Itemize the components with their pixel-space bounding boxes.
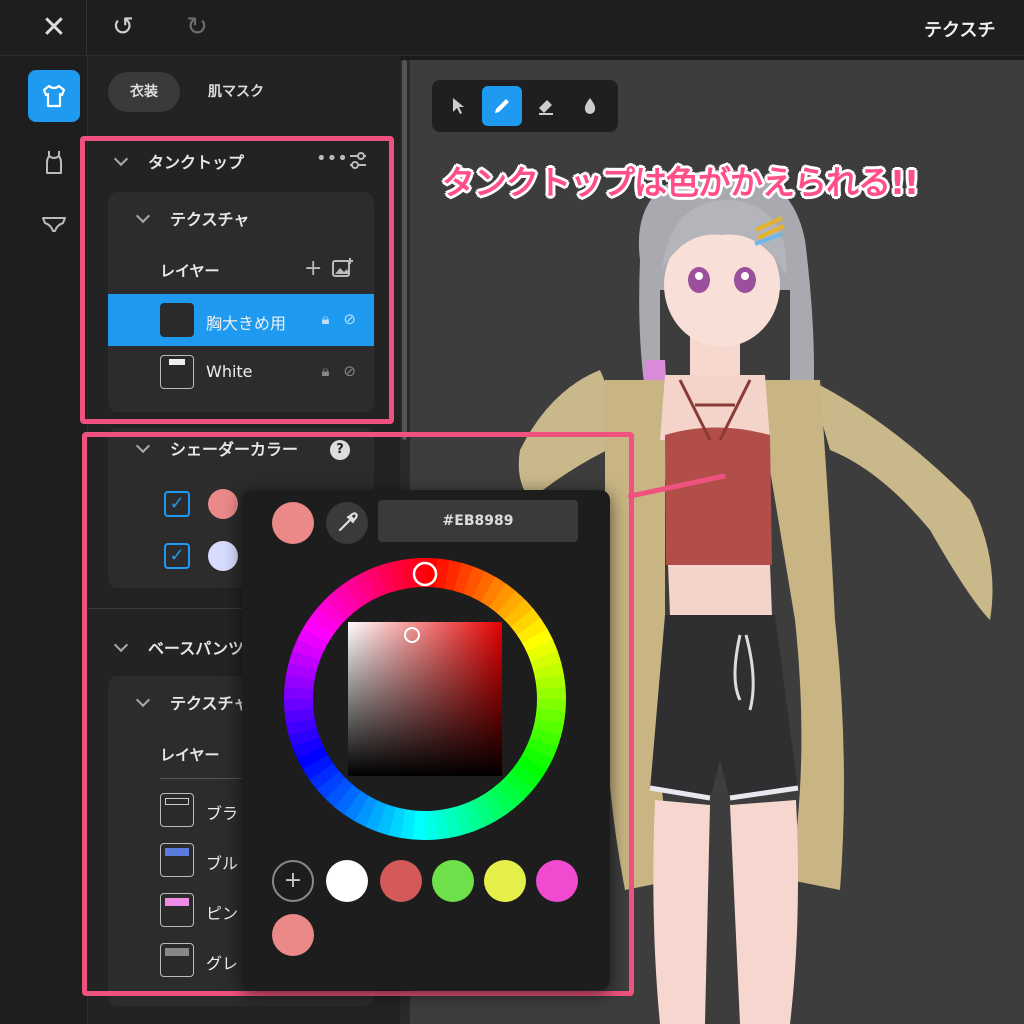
rail-item-tanktop[interactable] xyxy=(28,136,80,188)
chevron-down-icon xyxy=(135,438,151,454)
panel-tabs: 衣装 肌マスク xyxy=(108,72,286,112)
page-title: テクスチ xyxy=(924,20,996,41)
texture-header[interactable]: テクスチャ xyxy=(134,690,249,714)
help-icon[interactable]: ? xyxy=(330,440,350,460)
pen-icon xyxy=(495,99,509,113)
chevron-down-icon xyxy=(135,692,151,708)
preset-swatch[interactable] xyxy=(272,914,314,956)
eye-off-icon[interactable]: ⊘ xyxy=(343,362,356,380)
preset-swatch[interactable] xyxy=(484,860,526,902)
top-toolbar: ✕ ↺ ↻ テクスチ xyxy=(0,0,1024,56)
eraser-icon xyxy=(539,100,553,115)
underwear-icon xyxy=(42,217,66,232)
section-basepants-header[interactable]: ベースパンツ xyxy=(112,632,244,662)
rail-item-outfit[interactable] xyxy=(28,70,80,122)
layer-thumbnail xyxy=(160,843,194,877)
app-root: ✕ ↺ ↻ テクスチ 衣装 肌マスク タンクトップ ••• テクスチャ レイヤー… xyxy=(0,0,1024,1024)
hex-input[interactable]: #EB8989 xyxy=(378,500,578,542)
lock-icon[interactable]: 🔒︎ xyxy=(321,362,329,380)
preset-swatch[interactable] xyxy=(326,860,368,902)
layer-name: ブル xyxy=(206,854,239,873)
category-rail xyxy=(0,56,88,1024)
shader-color-2-checkbox[interactable]: ✓ xyxy=(164,543,190,569)
section-basepants-title: ベースパンツ xyxy=(148,639,245,658)
texture-title: テクスチャ xyxy=(170,694,250,713)
layer-name: グレ xyxy=(206,954,239,973)
cursor-icon xyxy=(453,98,464,114)
section-tanktop-header[interactable]: タンクトップ xyxy=(112,146,244,176)
color-wheel[interactable] xyxy=(284,558,566,840)
preset-swatch[interactable] xyxy=(536,860,578,902)
more-icon[interactable]: ••• xyxy=(316,148,348,169)
shader-color-1-swatch[interactable] xyxy=(208,489,238,519)
layer-name: 胸大きめ用 xyxy=(206,314,287,333)
chevron-down-icon xyxy=(135,208,151,224)
texture-title: テクスチャ xyxy=(170,210,250,229)
layer-name: ピン xyxy=(206,904,239,923)
fill-drop-icon xyxy=(584,98,596,114)
tab-skin-mask[interactable]: 肌マスク xyxy=(186,72,286,112)
lock-icon[interactable]: 🔒︎ xyxy=(321,310,329,328)
add-image-icon[interactable] xyxy=(332,258,354,278)
add-layer-icon[interactable]: + xyxy=(304,256,322,281)
layer-thumbnail xyxy=(160,303,194,337)
shader-color-1-checkbox[interactable]: ✓ xyxy=(164,491,190,517)
layers-label: レイヤー xyxy=(160,746,220,764)
saturation-value-shade xyxy=(348,622,502,776)
eraser-tool[interactable] xyxy=(526,86,566,126)
shader-color-title: シェーダーカラー xyxy=(170,440,299,459)
redo-icon[interactable]: ↻ xyxy=(180,10,214,44)
undo-icon[interactable]: ↺ xyxy=(106,10,140,44)
close-icon[interactable]: ✕ xyxy=(36,8,72,48)
color-picker-popover: #EB8989 + xyxy=(242,490,610,990)
cursor-tool[interactable] xyxy=(438,86,478,126)
current-color-swatch xyxy=(272,502,314,544)
adjust-sliders-icon[interactable] xyxy=(348,152,368,170)
layer-thumbnail xyxy=(160,355,194,389)
texture-header[interactable]: テクスチャ xyxy=(134,206,249,230)
eye-off-icon[interactable]: ⊘ xyxy=(343,310,356,328)
annotation-caption: タンクトップは色がかえられる!! xyxy=(442,163,919,202)
shirt-icon xyxy=(42,84,66,108)
layer-thumbnail xyxy=(160,793,194,827)
toolbar-divider xyxy=(86,0,87,56)
shader-color-2-swatch[interactable] xyxy=(208,541,238,571)
tanktop-texture-card: テクスチャ レイヤー + 胸大きめ用 🔒︎ ⊘ White 🔒︎ ⊘ xyxy=(108,192,374,412)
layer-row-icons: 🔒︎ ⊘ xyxy=(321,310,356,328)
eyedropper-icon xyxy=(338,512,358,532)
eyedropper-button[interactable] xyxy=(326,502,368,544)
preset-swatch[interactable] xyxy=(432,860,474,902)
rail-item-underwear[interactable] xyxy=(28,198,80,250)
chevron-down-icon xyxy=(113,151,129,167)
section-tanktop-title: タンクトップ xyxy=(148,153,245,172)
layer-name: White xyxy=(206,362,253,381)
panel-scrollbar[interactable] xyxy=(402,60,407,440)
shader-color-header[interactable]: シェーダーカラー xyxy=(134,436,298,460)
layer-row-icons: 🔒︎ ⊘ xyxy=(321,362,356,380)
tab-outfit[interactable]: 衣装 xyxy=(108,72,180,112)
pen-tool[interactable] xyxy=(482,86,522,126)
preset-swatch[interactable] xyxy=(380,860,422,902)
fill-tool[interactable] xyxy=(570,86,610,126)
layer-thumbnail xyxy=(160,943,194,977)
layer-row-chest[interactable]: 胸大きめ用 🔒︎ ⊘ xyxy=(108,294,374,346)
tank-top-icon xyxy=(46,151,62,174)
add-preset-button[interactable]: + xyxy=(272,860,314,902)
drawing-toolbar xyxy=(432,80,618,132)
layer-thumbnail xyxy=(160,893,194,927)
chevron-down-icon xyxy=(113,637,129,653)
layer-row-white[interactable]: White 🔒︎ ⊘ xyxy=(108,346,374,398)
layer-name: ブラ xyxy=(206,804,239,823)
layers-label: レイヤー xyxy=(160,262,220,280)
